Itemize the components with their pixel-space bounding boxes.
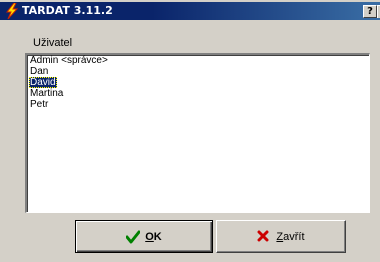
dialog-window: TARDAT 3.11.2 ? Uživatel Admin <správce>… (0, 0, 380, 262)
list-item[interactable]: Dan (29, 66, 49, 77)
list-item[interactable]: Admin <správce> (29, 55, 109, 66)
user-list-label: Uživatel (33, 37, 73, 49)
close-button-label: Zavřít (276, 230, 305, 243)
window-title: TARDAT 3.11.2 (22, 4, 113, 17)
ok-button[interactable]: OK (75, 220, 213, 253)
user-listbox[interactable]: Admin <správce> Dan David Martina Petr (25, 53, 370, 213)
x-mark-icon (257, 230, 271, 244)
ok-button-label: OK (145, 230, 162, 243)
list-item-selected[interactable]: David (29, 77, 57, 88)
title-bar[interactable]: TARDAT 3.11.2 ? (0, 2, 380, 20)
list-item[interactable]: Martina (29, 88, 64, 99)
close-dialog-button[interactable]: Zavřít (216, 220, 346, 253)
checkmark-icon (125, 230, 141, 244)
help-button[interactable]: ? (363, 5, 377, 18)
lightning-icon (4, 2, 20, 20)
list-item[interactable]: Petr (29, 99, 49, 110)
